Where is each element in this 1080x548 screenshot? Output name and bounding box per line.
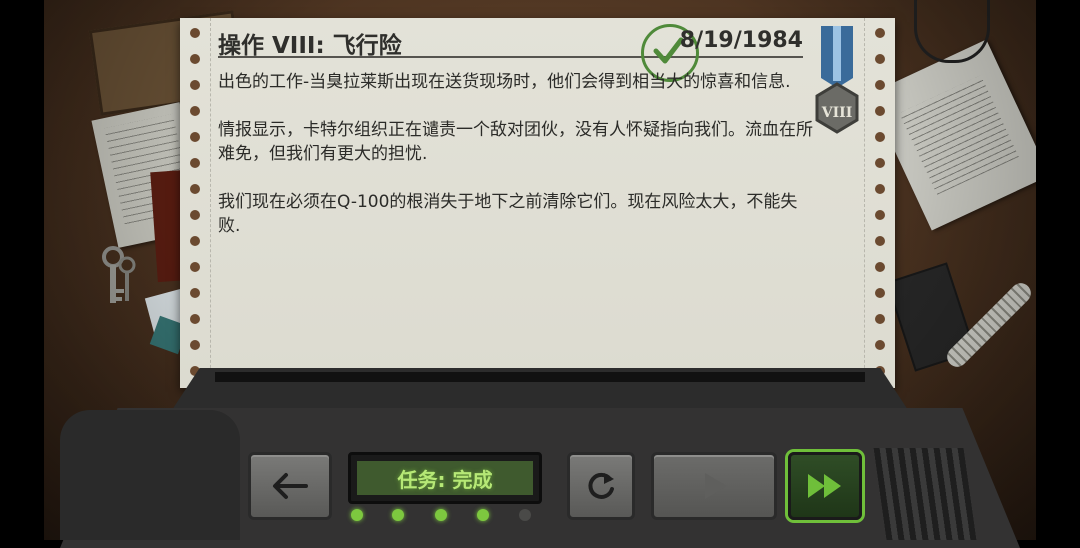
perforation-hole bbox=[190, 28, 200, 38]
perforation-hole bbox=[875, 54, 885, 64]
perforation-hole bbox=[190, 132, 200, 142]
briefing-header: 操作 VIII: 飞行险 8/19/1984 bbox=[218, 24, 803, 82]
mission-briefing-paper[interactable]: 操作 VIII: 飞行险 8/19/1984 出色的工作-当臭拉莱斯出现在送货现… bbox=[180, 18, 895, 388]
perforation-hole bbox=[875, 236, 885, 246]
perforation-hole bbox=[190, 158, 200, 168]
arrow-left-icon bbox=[273, 473, 308, 499]
briefing-paragraph-1: 出色的工作-当臭拉莱斯出现在送货现场时，他们会得到相当大的惊喜和信息. bbox=[218, 72, 791, 92]
perforation-hole bbox=[190, 80, 200, 90]
perforation-hole bbox=[875, 262, 885, 272]
retry-button[interactable] bbox=[567, 452, 635, 520]
briefing-paragraph-2: 情报显示，卡特尔组织正在谴责一个敌对团伙，没有人怀疑指向我们。流血在所难免，但我… bbox=[218, 120, 813, 164]
console-vent bbox=[873, 448, 977, 540]
play-icon bbox=[705, 473, 727, 499]
rank-medal-icon: VIII bbox=[813, 26, 861, 136]
perforation-left bbox=[180, 18, 211, 388]
perforation-hole bbox=[190, 314, 200, 324]
perforation-hole bbox=[190, 54, 200, 64]
perforation-hole bbox=[875, 184, 885, 194]
fast-forward-icon bbox=[808, 474, 841, 498]
progress-led-5 bbox=[519, 509, 531, 521]
perforation-hole bbox=[190, 236, 200, 246]
fast-forward-button[interactable] bbox=[788, 452, 862, 520]
perforation-hole bbox=[875, 210, 885, 220]
progress-led-2 bbox=[392, 509, 404, 521]
perforation-hole bbox=[190, 288, 200, 298]
perforation-hole bbox=[190, 106, 200, 116]
status-display-text: 任务: 完成 bbox=[357, 461, 533, 495]
perforation-hole bbox=[190, 340, 200, 350]
perforation-hole bbox=[875, 80, 885, 90]
medal-numeral: VIII bbox=[821, 105, 853, 121]
briefing-paragraph-3: 我们现在必须在Q-100的根消失于地下之前清除它们。现在风险太大，不能失败. bbox=[218, 192, 798, 236]
status-display: 任务: 完成 bbox=[348, 452, 542, 504]
perforation-hole bbox=[875, 288, 885, 298]
progress-led-3 bbox=[435, 509, 447, 521]
printer-slot bbox=[215, 372, 865, 382]
back-button[interactable] bbox=[248, 452, 332, 520]
phone-handset bbox=[60, 410, 240, 540]
restart-icon bbox=[588, 472, 614, 499]
perforation-hole bbox=[875, 158, 885, 168]
perforation-hole bbox=[875, 314, 885, 324]
perforation-hole bbox=[875, 340, 885, 350]
mission-title: 操作 VIII: 飞行险 bbox=[218, 33, 402, 59]
perforation-hole bbox=[875, 132, 885, 142]
briefing-text: 出色的工作-当臭拉莱斯出现在送货现场时，他们会得到相当大的惊喜和信息. 情报显示… bbox=[218, 70, 818, 262]
perforation-hole bbox=[190, 210, 200, 220]
progress-led-1 bbox=[351, 509, 363, 521]
play-button[interactable] bbox=[651, 452, 777, 520]
progress-led-4 bbox=[477, 509, 489, 521]
perforation-hole bbox=[190, 262, 200, 272]
mission-date: 8/19/1984 bbox=[679, 28, 803, 53]
perforation-right bbox=[864, 18, 895, 388]
perforation-hole bbox=[875, 28, 885, 38]
perforation-hole bbox=[875, 106, 885, 116]
perforation-hole bbox=[190, 184, 200, 194]
